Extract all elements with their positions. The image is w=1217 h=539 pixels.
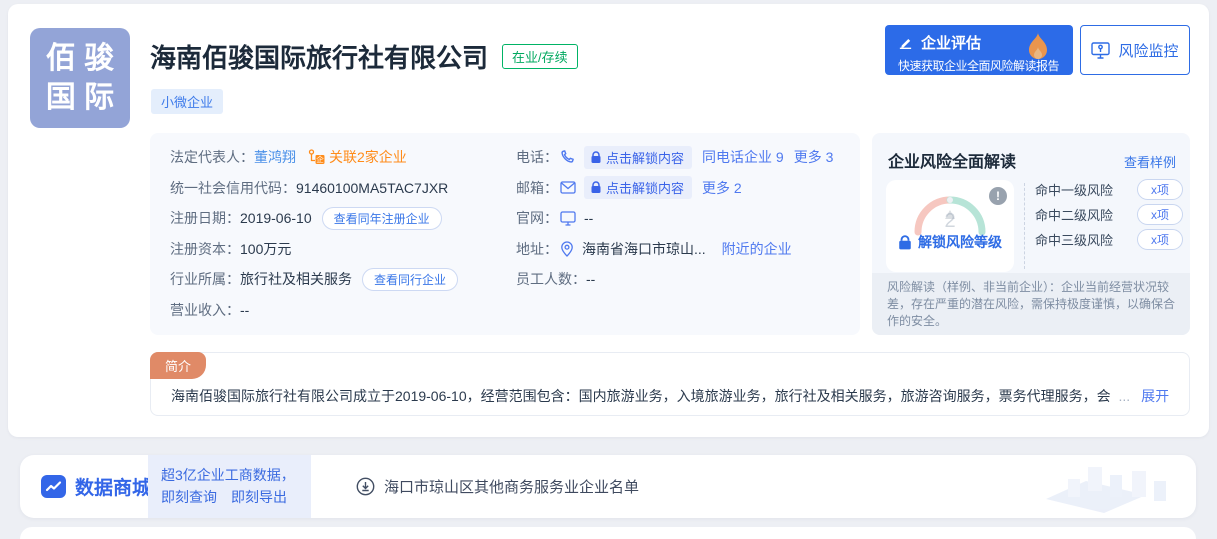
data-mall-promo[interactable]: 超3亿企业工商数据， 即刻查询 即刻导出 bbox=[148, 455, 311, 518]
company-size-tag: 小微企业 bbox=[151, 89, 223, 114]
logo-text-line1: 佰 骏 bbox=[46, 39, 114, 78]
email-row: 邮箱： 点击解锁内容 更多 2 bbox=[516, 173, 833, 204]
risk-level2-count-pill[interactable]: x项 bbox=[1137, 204, 1183, 225]
svg-text:企: 企 bbox=[316, 154, 324, 164]
reg-date-value: 2019-06-10 bbox=[240, 210, 312, 226]
address-row: 地址： 海南省海口市琼山... 附近的企业 bbox=[516, 234, 833, 265]
industry-row: 行业所属： 旅行社及相关服务 查看同行企业 bbox=[170, 264, 458, 295]
enterprise-evaluate-button[interactable]: 企业评估 快速获取企业全面风险解读报告 bbox=[885, 25, 1073, 75]
next-card-top-edge bbox=[20, 527, 1196, 539]
dashed-divider bbox=[1024, 183, 1025, 269]
isometric-buildings-decoration bbox=[1036, 461, 1186, 513]
phone-icon bbox=[560, 149, 576, 165]
location-pin-icon bbox=[560, 241, 574, 257]
company-name: 海南佰骏国际旅行社有限公司 bbox=[150, 38, 488, 75]
same-phone-companies-link[interactable]: 同电话企业 9 bbox=[702, 147, 784, 167]
legal-rep-row: 法定代表人： 董鸿翔 企 关联2家企业 bbox=[170, 142, 458, 173]
data-mall-bar: 数据商城 超3亿企业工商数据， 即刻查询 即刻导出 海口市琼山区其他商务服务业企… bbox=[20, 455, 1196, 518]
risk-level1-row: 命中一级风险 x项 bbox=[1035, 177, 1183, 202]
intro-text-line: 海南佰骏国际旅行社有限公司成立于2019-06-10，经营范围包含：国内旅游业务… bbox=[171, 386, 1173, 406]
phone-more-link[interactable]: 更多 3 bbox=[794, 147, 834, 167]
credit-code-row: 统一社会信用代码： 91460100MA5TAC7JXR bbox=[170, 173, 458, 204]
company-intro-panel: 简介 海南佰骏国际旅行社有限公司成立于2019-06-10，经营范围包含：国内旅… bbox=[150, 352, 1190, 416]
email-more-link[interactable]: 更多 2 bbox=[702, 178, 742, 198]
phone-unlock-chip[interactable]: 点击解锁内容 bbox=[584, 146, 692, 169]
org-chart-icon: 企 bbox=[308, 149, 325, 165]
monitor-label: 风险监控 bbox=[1118, 40, 1178, 61]
risk-overview-panel: 企业风险全面解读 查看样例 2 ! 解锁风险等级 bbox=[872, 133, 1190, 335]
revenue-row: 营业收入： -- bbox=[170, 295, 458, 326]
risk-panel-title: 企业风险全面解读 bbox=[888, 148, 1016, 172]
risk-level2-row: 命中二级风险 x项 bbox=[1035, 202, 1183, 227]
info-column-left: 法定代表人： 董鸿翔 企 关联2家企业 统一社会信用代码： 91460100MA… bbox=[170, 142, 458, 325]
lock-icon bbox=[590, 151, 602, 164]
related-companies-link[interactable]: 企 关联2家企业 bbox=[308, 147, 407, 167]
intro-expand-link[interactable]: 展开 bbox=[1141, 388, 1169, 404]
evaluate-title: 企业评估 bbox=[921, 32, 981, 53]
evaluate-subtitle: 快速获取企业全面风险解读报告 bbox=[898, 57, 1073, 74]
download-icon bbox=[356, 477, 375, 496]
basic-info-panel: 法定代表人： 董鸿翔 企 关联2家企业 统一社会信用代码： 91460100MA… bbox=[150, 133, 860, 335]
view-sample-link[interactable]: 查看样例 bbox=[1124, 152, 1176, 171]
data-mall-chart-icon bbox=[40, 473, 67, 500]
reg-date-row: 注册日期： 2019-06-10 查看同年注册企业 bbox=[170, 203, 458, 234]
nearby-companies-link[interactable]: 附近的企业 bbox=[722, 239, 792, 259]
intro-text: 海南佰骏国际旅行社有限公司成立于2019-06-10，经营范围包含：国内旅游业务… bbox=[171, 388, 1111, 404]
risk-level1-count-pill[interactable]: x项 bbox=[1137, 179, 1183, 200]
edit-pen-icon bbox=[898, 35, 913, 50]
website-icon bbox=[560, 211, 576, 226]
same-year-companies-pill[interactable]: 查看同年注册企业 bbox=[322, 207, 442, 230]
monitor-icon bbox=[1091, 42, 1110, 59]
risk-level3-count-pill[interactable]: x项 bbox=[1137, 229, 1183, 250]
company-logo: 佰 骏 国 际 bbox=[30, 28, 130, 128]
risk-monitor-button[interactable]: 风险监控 bbox=[1080, 25, 1190, 75]
revenue-value: -- bbox=[240, 302, 249, 318]
email-unlock-chip[interactable]: 点击解锁内容 bbox=[584, 176, 692, 199]
intro-tag: 简介 bbox=[150, 352, 206, 379]
data-mall-brand[interactable]: 数据商城 bbox=[20, 473, 148, 500]
phone-row: 电话： 点击解锁内容 同电话企业 9 更多 3 bbox=[516, 142, 833, 173]
same-industry-pill[interactable]: 查看同行企业 bbox=[362, 268, 458, 291]
info-column-middle: 电话： 点击解锁内容 同电话企业 9 更多 3 邮箱： bbox=[516, 142, 833, 295]
logo-text-line2: 国 际 bbox=[46, 78, 114, 117]
website-row: 官网： -- bbox=[516, 203, 833, 234]
address-value: 海南省海口市琼山... bbox=[582, 239, 706, 259]
email-icon bbox=[560, 181, 576, 194]
employees-row: 员工人数： -- bbox=[516, 264, 833, 295]
website-value: -- bbox=[584, 210, 593, 226]
lock-icon bbox=[898, 235, 912, 250]
company-list-download-link[interactable]: 海口市琼山区其他商务服务业企业名单 bbox=[356, 476, 639, 497]
header-title-row: 海南佰骏国际旅行社有限公司 在业/存续 bbox=[150, 38, 578, 75]
risk-hit-rows: 命中一级风险 x项 命中二级风险 x项 命中三级风险 x项 bbox=[1035, 177, 1183, 252]
legal-rep-link[interactable]: 董鸿翔 bbox=[254, 147, 296, 167]
risk-gauge-card[interactable]: 2 ! 解锁风险等级 bbox=[886, 180, 1014, 272]
lock-icon bbox=[590, 181, 602, 194]
unlock-risk-level-label: 解锁风险等级 bbox=[918, 232, 1002, 252]
credit-code-value: 91460100MA5TAC7JXR bbox=[296, 180, 448, 196]
risk-level3-row: 命中三级风险 x项 bbox=[1035, 227, 1183, 252]
industry-value: 旅行社及相关服务 bbox=[240, 269, 352, 289]
reg-capital-value: 100万元 bbox=[240, 239, 291, 259]
intro-ellipsis: ... bbox=[1119, 388, 1131, 404]
legal-rep-label: 法定代表人： bbox=[170, 147, 254, 167]
employees-value: -- bbox=[586, 271, 595, 287]
company-profile-card: 佰 骏 国 际 海南佰骏国际旅行社有限公司 在业/存续 小微企业 企业评估 快速… bbox=[8, 4, 1209, 437]
reg-capital-row: 注册资本： 100万元 bbox=[170, 234, 458, 265]
data-mall-brand-label: 数据商城 bbox=[75, 473, 151, 500]
status-badge: 在业/存续 bbox=[502, 44, 578, 69]
risk-interpretation-note: 风险解读（样例、非当前企业）：企业当前经营状况较差，存在严重的潜在风险，需保持极… bbox=[872, 273, 1190, 335]
info-exclamation-icon: ! bbox=[989, 187, 1007, 205]
risk-gauge-value: 2 bbox=[886, 210, 1014, 233]
